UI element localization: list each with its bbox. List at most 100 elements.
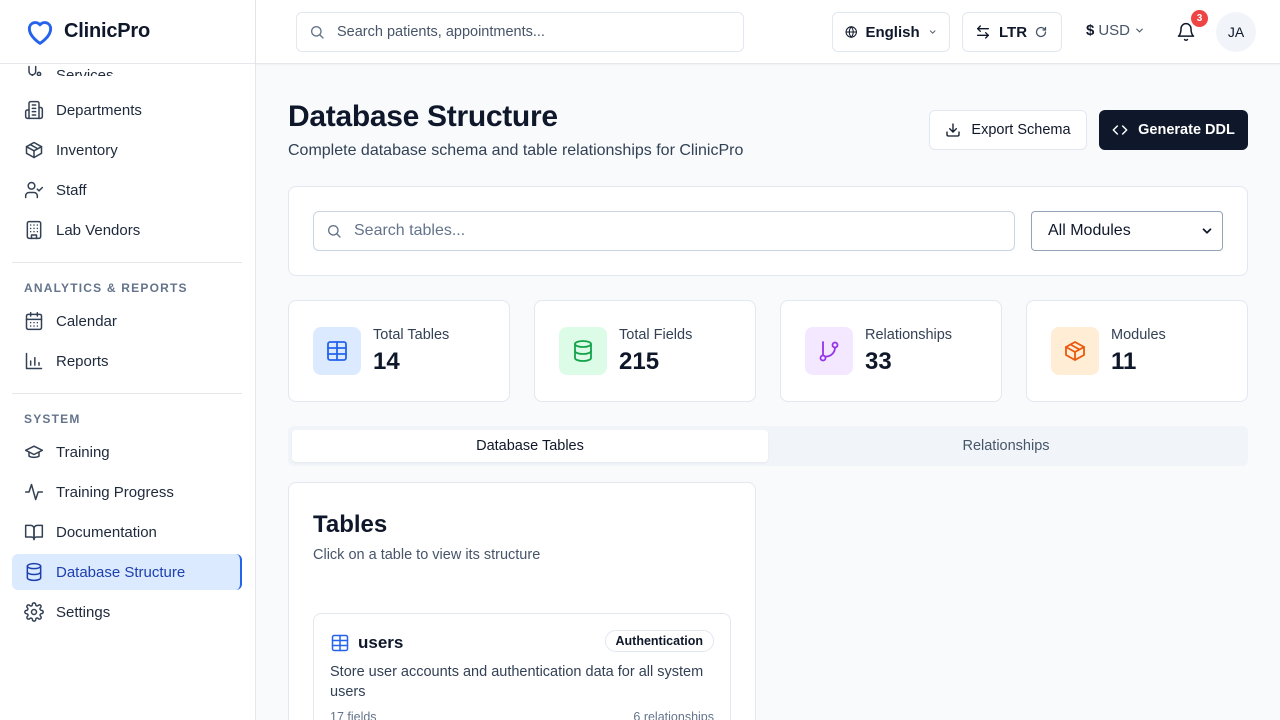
stat-label: Relationships: [865, 327, 953, 343]
module-select-value: All Modules: [1048, 222, 1131, 239]
generate-ddl-label: Generate DDL: [1138, 122, 1235, 138]
sidebar-item-label: Calendar: [56, 312, 117, 330]
tab-database-tables[interactable]: Database Tables: [292, 430, 768, 462]
sidebar-item-label: Departments: [56, 101, 142, 119]
table-name: users: [358, 633, 404, 652]
sidebar-item-calendar[interactable]: Calendar: [12, 303, 242, 339]
divider: [12, 393, 242, 394]
export-schema-label: Export Schema: [971, 122, 1071, 138]
stat-card-modules: Modules 11: [1026, 300, 1248, 402]
stat-card-relationships: Relationships 33: [780, 300, 1002, 402]
gear-icon: [24, 602, 44, 622]
heart-logo-icon: [27, 20, 53, 45]
main-content: Database Structure Complete database sch…: [256, 64, 1280, 720]
sidebar-item-label: Services: [56, 67, 114, 76]
stat-icon-wrap: [1051, 327, 1099, 375]
stat-label: Total Tables: [373, 327, 450, 343]
download-icon: [946, 123, 961, 137]
table-meta: 17 fields 6 relationships: [330, 710, 714, 720]
sidebar-item-settings[interactable]: Settings: [12, 594, 242, 630]
page-title: Database Structure: [288, 100, 558, 133]
stethoscope-icon: [28, 65, 42, 76]
direction-toggle[interactable]: LTR: [962, 12, 1062, 52]
direction-label: LTR: [999, 23, 1028, 41]
topbar: English LTR $ USD 3 JA: [256, 0, 1280, 64]
sidebar-item-training[interactable]: Training: [12, 434, 242, 470]
view-tabs: Database Tables Relationships: [288, 426, 1248, 466]
user-avatar[interactable]: JA: [1216, 12, 1256, 52]
stat-value: 33: [865, 348, 892, 375]
brand[interactable]: ClinicPro: [0, 0, 255, 64]
sidebar-item-training-progress[interactable]: Training Progress: [12, 474, 242, 510]
table-search-input[interactable]: [354, 222, 974, 240]
stat-icon-wrap: [805, 327, 853, 375]
currency-symbol: $: [1086, 22, 1095, 39]
app-name: ClinicPro: [64, 20, 150, 42]
bell-icon[interactable]: [1176, 22, 1196, 42]
sidebar-item-lab-vendors[interactable]: Lab Vendors: [12, 212, 242, 248]
refresh-icon: [1035, 26, 1047, 38]
building-icon: [24, 100, 44, 120]
globe-icon: [845, 26, 857, 38]
sidebar-item-label: Staff: [56, 181, 87, 199]
stat-label: Modules: [1111, 327, 1166, 343]
table-description: Store user accounts and authentication d…: [330, 664, 704, 700]
git-branch-icon: [819, 341, 839, 362]
sidebar-item-label: Training: [56, 443, 110, 461]
sidebar-item-services[interactable]: Services: [12, 58, 242, 76]
sidebar-item-reports[interactable]: Reports: [12, 343, 242, 379]
tab-relationships[interactable]: Relationships: [768, 430, 1244, 462]
generate-ddl-button[interactable]: Generate DDL: [1099, 110, 1248, 150]
sidebar-item-departments[interactable]: Departments: [12, 92, 242, 128]
package-icon: [1065, 341, 1085, 361]
global-search[interactable]: [296, 12, 744, 52]
section-heading-analytics: ANALYTICS & REPORTS: [24, 281, 188, 295]
sidebar-item-label: Documentation: [56, 523, 157, 541]
table-list-item-users[interactable]: users Authentication Store user accounts…: [313, 613, 731, 720]
module-select[interactable]: All Modules: [1031, 211, 1223, 251]
export-schema-button[interactable]: Export Schema: [929, 110, 1087, 150]
section-heading-system: SYSTEM: [24, 412, 81, 426]
tables-card: Tables Click on a table to view its stru…: [288, 482, 756, 720]
stat-value: 215: [619, 348, 660, 375]
sidebar-item-label: Reports: [56, 352, 109, 370]
search-icon: [311, 26, 324, 39]
sidebar-item-staff[interactable]: Staff: [12, 172, 242, 208]
stat-value: 11: [1111, 348, 1137, 375]
sidebar-item-label: Training Progress: [56, 483, 174, 501]
table-icon: [331, 634, 349, 652]
sidebar-item-database-structure[interactable]: Database Structure: [12, 554, 242, 590]
sidebar-item-label: Inventory: [56, 141, 118, 159]
sidebar-item-documentation[interactable]: Documentation: [12, 514, 242, 550]
sidebar-item-label: Lab Vendors: [56, 221, 141, 239]
sidebar-item-label: Settings: [56, 603, 111, 621]
database-icon: [574, 340, 592, 362]
office-building-icon: [26, 220, 42, 240]
chevron-down-icon: [1202, 228, 1212, 234]
table-icon: [327, 341, 347, 361]
stat-card-total-fields: Total Fields 215: [534, 300, 756, 402]
table-search[interactable]: [313, 211, 1015, 251]
stat-value: 14: [373, 348, 400, 375]
global-search-input[interactable]: [337, 24, 717, 40]
chevron-down-icon: [1136, 28, 1143, 33]
graduation-cap-icon: [24, 445, 44, 459]
stat-label: Total Fields: [619, 327, 693, 343]
relationship-count: 6 relationships: [633, 710, 714, 720]
currency-code: USD: [1098, 22, 1131, 39]
stat-icon-wrap: [313, 327, 361, 375]
language-selector[interactable]: English: [832, 12, 950, 52]
sidebar: ClinicPro Services Departments Inventory…: [0, 0, 256, 720]
activity-icon: [24, 483, 44, 501]
arrows-left-right-icon: [977, 25, 989, 39]
book-open-icon: [24, 524, 44, 541]
module-badge: Authentication: [604, 630, 714, 652]
currency-selector[interactable]: $ USD: [1086, 22, 1145, 39]
sidebar-item-inventory[interactable]: Inventory: [12, 132, 242, 168]
sidebar-item-label: Database Structure: [56, 563, 186, 581]
sidebar-nav: Services Departments Inventory Staff Lab…: [12, 64, 242, 634]
code-icon: [1112, 125, 1128, 135]
database-icon: [26, 562, 42, 582]
field-count: 17 fields: [330, 710, 377, 720]
stat-card-total-tables: Total Tables 14: [288, 300, 510, 402]
